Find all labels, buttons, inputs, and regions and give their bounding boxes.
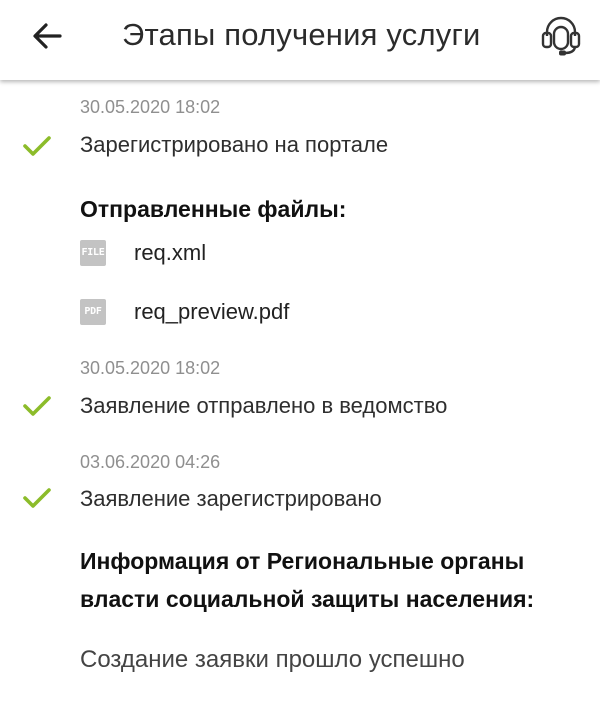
checkmark-icon	[23, 136, 51, 156]
app-header: Этапы получения услуги	[0, 0, 600, 80]
pdf-icon: PDF	[80, 299, 106, 325]
step-timestamp: 03.06.2020 04:26	[80, 452, 221, 472]
info-section-title-line2: власти социальной защиты населения:	[80, 586, 535, 612]
stages-list: 30.05.2020 18:02 Зарегистрировано на пор…	[0, 80, 600, 701]
step-timestamp: 30.05.2020 18:02	[80, 97, 221, 117]
file-name: req_preview.pdf	[134, 299, 290, 324]
checkmark-icon	[23, 488, 51, 508]
file-link-req-preview-pdf[interactable]: PDF req_preview.pdf	[80, 298, 380, 328]
step-text: Зарегистрировано на портале	[80, 132, 389, 157]
back-button[interactable]	[26, 18, 70, 54]
headset-icon	[541, 16, 581, 56]
page-title: Этапы получения услуги	[122, 17, 481, 52]
arrow-left-icon	[33, 23, 62, 49]
checkmark-icon	[23, 396, 51, 416]
file-link-req-xml[interactable]: FILE req.xml	[80, 239, 380, 269]
files-section-title: Отправленные файлы:	[80, 196, 347, 222]
file-icon: FILE	[80, 240, 106, 266]
support-button[interactable]	[538, 12, 584, 58]
step-text: Заявление отправлено в ведомство	[80, 393, 448, 418]
step-timestamp: 30.05.2020 18:02	[80, 358, 221, 378]
file-name: req.xml	[134, 240, 207, 265]
info-section-title-line1: Информация от Региональные органы	[80, 548, 525, 574]
info-message: Создание заявки прошло успешно	[80, 646, 465, 673]
step-text: Заявление зарегистрировано	[80, 486, 382, 511]
